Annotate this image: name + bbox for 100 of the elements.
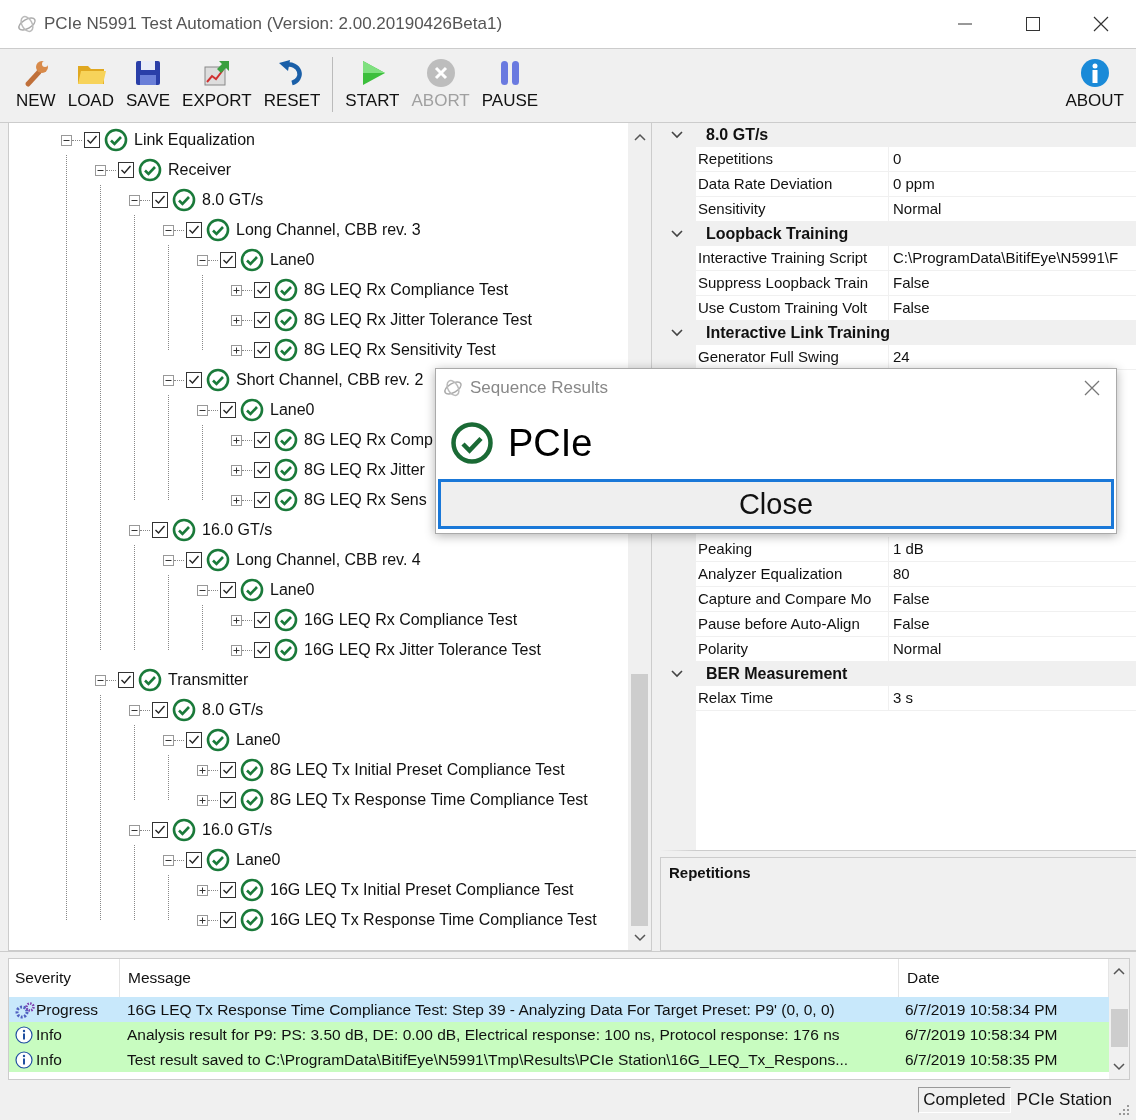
scroll-down-icon[interactable] bbox=[1111, 1061, 1127, 1073]
checkbox[interactable] bbox=[220, 582, 236, 598]
property-value[interactable]: Normal bbox=[889, 197, 1136, 221]
tree-item[interactable]: 8G LEQ Rx Comp bbox=[304, 431, 433, 449]
checkbox[interactable] bbox=[220, 912, 236, 928]
property-value[interactable]: 24 bbox=[889, 345, 1136, 369]
scrollbar[interactable] bbox=[1109, 959, 1129, 1079]
tree-item[interactable]: 8G LEQ Rx Sensitivity Test bbox=[304, 341, 496, 359]
collapse-icon[interactable] bbox=[95, 674, 106, 686]
save-button[interactable]: SAVE bbox=[120, 49, 176, 122]
checkbox[interactable] bbox=[254, 642, 270, 658]
tree-item[interactable]: Receiver bbox=[168, 161, 232, 179]
collapse-icon[interactable] bbox=[163, 854, 174, 866]
resize-grip-icon[interactable] bbox=[1118, 1104, 1130, 1116]
property-value[interactable]: False bbox=[889, 271, 1136, 295]
collapse-icon[interactable] bbox=[197, 404, 208, 416]
checkbox[interactable] bbox=[220, 792, 236, 808]
log-row[interactable]: Progress 16G LEQ Tx Response Time Compliance Test: Step 39 - Analyzing Data For Target Preset: P9' (0, 0, 0) 6/7/2019 10:58:34 PM bbox=[9, 997, 1109, 1022]
pause-button[interactable]: PAUSE bbox=[476, 49, 544, 122]
expand-icon[interactable] bbox=[231, 284, 242, 296]
collapse-icon[interactable] bbox=[129, 524, 140, 536]
expand-icon[interactable] bbox=[231, 434, 242, 446]
checkbox[interactable] bbox=[254, 312, 270, 328]
property-value[interactable]: C:\ProgramData\BitifEye\N5991\F bbox=[889, 246, 1136, 270]
tree-item[interactable]: 16G LEQ Rx Compliance Test bbox=[304, 611, 518, 629]
expand-icon[interactable] bbox=[231, 644, 242, 656]
collapse-icon[interactable] bbox=[197, 254, 208, 266]
collapse-icon[interactable] bbox=[163, 554, 174, 566]
expand-icon[interactable] bbox=[197, 794, 208, 806]
checkbox[interactable] bbox=[254, 342, 270, 358]
checkbox[interactable] bbox=[152, 702, 168, 718]
tree-item[interactable]: 8G LEQ Tx Response Time Compliance Test bbox=[270, 791, 588, 809]
checkbox[interactable] bbox=[186, 732, 202, 748]
checkbox[interactable] bbox=[118, 162, 134, 178]
expand-icon[interactable] bbox=[231, 314, 242, 326]
expand-icon[interactable] bbox=[231, 494, 242, 506]
property-value[interactable]: Normal bbox=[889, 637, 1136, 661]
chevron-down-icon[interactable] bbox=[670, 328, 684, 338]
checkbox[interactable] bbox=[84, 132, 100, 148]
property-value[interactable]: False bbox=[889, 296, 1136, 320]
tree-item[interactable]: Transmitter bbox=[168, 671, 249, 689]
load-button[interactable]: LOAD bbox=[62, 49, 119, 122]
tree-item[interactable]: 8G LEQ Tx Initial Preset Compliance Test bbox=[270, 761, 565, 779]
tree-item[interactable]: Lane0 bbox=[236, 731, 281, 749]
checkbox[interactable] bbox=[186, 372, 202, 388]
tree-item[interactable]: 8.0 GT/s bbox=[202, 191, 264, 209]
tree-item[interactable]: 16G LEQ Rx Jitter Tolerance Test bbox=[304, 641, 541, 659]
property-value[interactable]: 0 bbox=[889, 147, 1136, 171]
tree-item[interactable]: Long Channel, CBB rev. 3 bbox=[236, 221, 421, 239]
start-button[interactable]: START bbox=[340, 49, 405, 122]
scroll-up-icon[interactable] bbox=[1111, 965, 1127, 977]
expand-icon[interactable] bbox=[197, 914, 208, 926]
tree-item[interactable]: 8G LEQ Rx Jitter bbox=[304, 461, 425, 479]
checkbox[interactable] bbox=[152, 522, 168, 538]
tree-item[interactable]: Lane0 bbox=[270, 581, 315, 599]
collapse-icon[interactable] bbox=[61, 134, 72, 146]
checkbox[interactable] bbox=[186, 222, 202, 238]
tree-item[interactable]: Lane0 bbox=[270, 251, 315, 269]
close-button[interactable]: Close bbox=[438, 479, 1114, 529]
checkbox[interactable] bbox=[254, 492, 270, 508]
tree-item[interactable]: 16.0 GT/s bbox=[202, 521, 273, 539]
chevron-down-icon[interactable] bbox=[670, 669, 684, 679]
tree-item[interactable]: 8G LEQ Rx Jitter Tolerance Test bbox=[304, 311, 532, 329]
checkbox[interactable] bbox=[152, 822, 168, 838]
property-value[interactable]: 0 ppm bbox=[889, 172, 1136, 196]
tree-item[interactable]: Lane0 bbox=[270, 401, 315, 419]
tree-item[interactable]: Link Equalization bbox=[134, 131, 255, 149]
checkbox[interactable] bbox=[254, 612, 270, 628]
tree-item[interactable]: 8.0 GT/s bbox=[202, 701, 264, 719]
tree-item[interactable]: 8G LEQ Rx Compliance Test bbox=[304, 281, 509, 299]
collapse-icon[interactable] bbox=[129, 824, 140, 836]
collapse-icon[interactable] bbox=[163, 224, 174, 236]
tree-item[interactable]: 16.0 GT/s bbox=[202, 821, 273, 839]
about-button[interactable]: ABOUT bbox=[1060, 49, 1129, 122]
property-value[interactable]: False bbox=[889, 587, 1136, 611]
tree-item[interactable]: Short Channel, CBB rev. 2 bbox=[236, 371, 424, 389]
collapse-icon[interactable] bbox=[129, 704, 140, 716]
collapse-icon[interactable] bbox=[163, 374, 174, 386]
collapse-icon[interactable] bbox=[129, 194, 140, 206]
checkbox[interactable] bbox=[186, 852, 202, 868]
expand-icon[interactable] bbox=[197, 884, 208, 896]
scrollbar-thumb[interactable] bbox=[631, 674, 648, 926]
log-row[interactable]: Info Analysis result for P9: PS: 3.50 dB, DE: 0.00 dB, Electrical response: 100 ns, Protocol response: 176 ns 6/7/2019 10:58:34 PM bbox=[9, 1022, 1109, 1047]
expand-icon[interactable] bbox=[231, 344, 242, 356]
collapse-icon[interactable] bbox=[197, 584, 208, 596]
tree-item[interactable]: 16G LEQ Tx Initial Preset Compliance Test bbox=[270, 881, 574, 899]
checkbox[interactable] bbox=[118, 672, 134, 688]
property-value[interactable]: False bbox=[889, 612, 1136, 636]
expand-icon[interactable] bbox=[231, 464, 242, 476]
export-button[interactable]: EXPORT bbox=[177, 49, 257, 122]
new-button[interactable]: NEW bbox=[11, 49, 61, 122]
reset-button[interactable]: RESET bbox=[258, 49, 326, 122]
checkbox[interactable] bbox=[220, 762, 236, 778]
checkbox[interactable] bbox=[186, 552, 202, 568]
tree-item[interactable]: Long Channel, CBB rev. 4 bbox=[236, 551, 421, 569]
property-value[interactable]: 1 dB bbox=[889, 537, 1136, 561]
collapse-icon[interactable] bbox=[95, 164, 106, 176]
expand-icon[interactable] bbox=[197, 764, 208, 776]
checkbox[interactable] bbox=[254, 432, 270, 448]
chevron-down-icon[interactable] bbox=[670, 229, 684, 239]
